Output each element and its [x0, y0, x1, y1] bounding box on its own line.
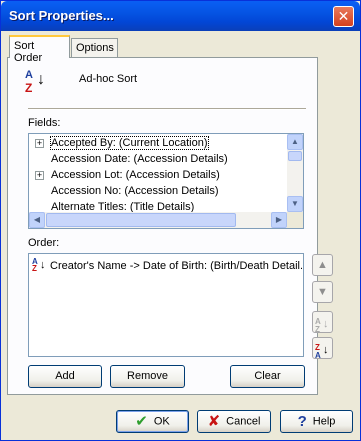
sort-descending-icon: A Z ↓ [32, 257, 46, 274]
field-item[interactable]: + Accepted By: (Current Location) [29, 136, 284, 152]
sort-arrow: ↓ [37, 71, 45, 88]
order-item-label: Creator's Name -> Date of Birth: (Birth/… [50, 260, 302, 272]
sort-z-letter: Z [25, 81, 33, 95]
sort-ascending-button[interactable]: A Z ↓ [312, 311, 333, 334]
cancel-label: Cancel [226, 415, 261, 428]
field-item[interactable]: Accession Date: (Accession Details) [29, 152, 284, 168]
fields-label: Fields: [28, 117, 61, 129]
move-up-button[interactable]: ▲ [312, 254, 333, 276]
close-button[interactable]: ✕ [333, 6, 354, 27]
field-label: Accession Date: (Accession Details) [51, 153, 228, 165]
tab-options[interactable]: Options [71, 38, 118, 58]
scroll-corner [287, 212, 303, 228]
checkmark-icon: ✔ [135, 413, 148, 430]
clear-button[interactable]: Clear [230, 365, 305, 388]
move-down-button[interactable]: ▼ [312, 281, 333, 303]
scroll-down-icon[interactable]: ▼ [287, 196, 303, 212]
help-label: Help [312, 415, 336, 428]
fields-list[interactable]: + Accepted By: (Current Location) Access… [28, 133, 304, 229]
title-bar[interactable]: Sort Properties... ✕ [1, 1, 360, 31]
sort-z-letter: Z [32, 264, 37, 273]
window-title: Sort Properties... [9, 8, 114, 23]
ok-button[interactable]: ✔ OK [116, 410, 189, 433]
field-item[interactable]: + Accession Lot: (Accession Details) [29, 168, 284, 184]
order-label: Order: [28, 237, 60, 249]
tab-sort-order[interactable]: Sort Order [9, 35, 70, 64]
ok-label: OK [153, 415, 170, 428]
sort-a-letter: A [315, 351, 321, 360]
order-item[interactable]: A Z ↓ Creator's Name -> Date of Birth: (… [30, 257, 302, 275]
sort-ascending-icon: A Z ↓ [315, 313, 331, 334]
scroll-left-icon[interactable]: ◀ [29, 212, 45, 228]
sort-type-label: Ad-hoc Sort [79, 73, 138, 85]
help-button[interactable]: ? Help [280, 410, 353, 433]
field-label: Accepted By: (Current Location) [50, 136, 209, 150]
fields-horizontal-scrollbar[interactable]: ◀ ▶ [29, 212, 287, 228]
cancel-x-icon: ✘ [207, 413, 221, 430]
add-button[interactable]: Add [28, 365, 102, 388]
cancel-button[interactable]: ✘ Cancel [197, 410, 271, 433]
help-question-icon: ? [297, 413, 307, 430]
scroll-up-icon[interactable]: ▲ [287, 134, 303, 150]
sort-properties-dialog: Sort Properties... ✕ Sort Order Options … [0, 0, 361, 441]
expand-icon[interactable]: + [35, 139, 44, 148]
sort-descending-button[interactable]: Z A ↓ [312, 337, 333, 360]
fields-vertical-scrollbar[interactable]: ▲ ▼ [287, 134, 303, 212]
sort-arrow: ↓ [323, 318, 329, 330]
field-item[interactable]: Accession No: (Accession Details) [29, 184, 284, 200]
order-list[interactable]: A Z ↓ Creator's Name -> Date of Birth: (… [28, 253, 304, 357]
field-label: Accession Lot: (Accession Details) [51, 169, 220, 181]
expand-icon[interactable]: + [35, 171, 44, 180]
divider [28, 108, 306, 110]
sort-a-letter: A [25, 69, 33, 81]
scroll-right-icon[interactable]: ▶ [271, 212, 287, 228]
sort-arrow: ↓ [323, 344, 329, 356]
sort-az-icon: A Z ↓ [25, 69, 47, 97]
sort-arrow: ↓ [40, 259, 46, 271]
field-label: Accession No: (Accession Details) [51, 185, 219, 197]
remove-button[interactable]: Remove [110, 365, 185, 388]
scroll-thumb[interactable] [46, 213, 236, 227]
scroll-thumb[interactable] [288, 151, 302, 161]
sort-descending-icon: Z A ↓ [315, 339, 331, 360]
